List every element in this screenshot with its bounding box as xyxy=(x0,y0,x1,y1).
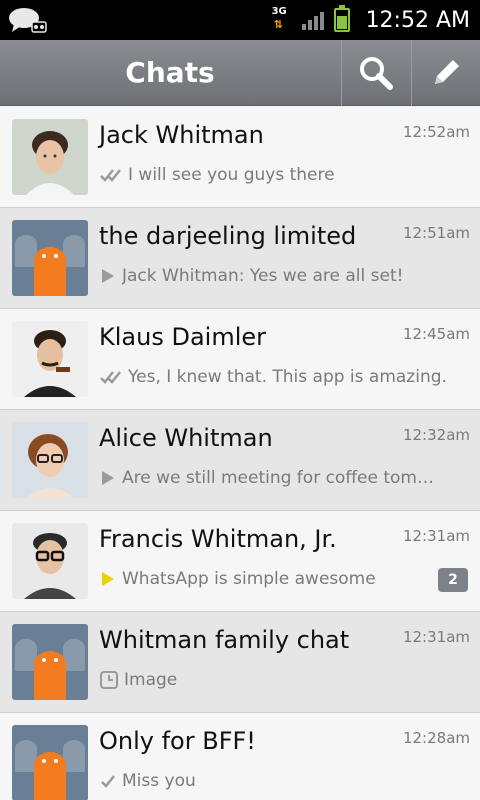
chat-notification-icon xyxy=(9,8,47,33)
chat-name: Klaus Daimler xyxy=(99,323,266,351)
chat-row[interactable]: Jack Whitman 12:52am I will see you guys… xyxy=(0,107,480,208)
chat-preview-text: Image xyxy=(124,670,178,690)
play-yellow-icon xyxy=(102,572,114,586)
group-avatar xyxy=(12,624,88,700)
chat-time: 12:51am xyxy=(402,224,470,242)
new-chat-button[interactable] xyxy=(411,40,480,106)
chat-preview: Miss you xyxy=(100,771,196,791)
chat-row[interactable]: Alice Whitman 12:32am Are we still meeti… xyxy=(0,410,480,511)
chat-time: 12:45am xyxy=(402,325,470,343)
chat-name: Only for BFF! xyxy=(99,727,256,755)
double-check-icon xyxy=(100,169,121,182)
avatar xyxy=(12,321,88,397)
chat-time: 12:28am xyxy=(402,729,470,747)
chat-time: 12:52am xyxy=(402,123,470,141)
signal-icon xyxy=(301,10,324,30)
action-bar: Chats xyxy=(0,40,480,106)
compose-icon xyxy=(435,60,459,84)
group-avatar xyxy=(12,725,88,800)
network-3g-icon: 3G ⇅ xyxy=(271,6,287,31)
play-icon xyxy=(102,471,114,485)
chat-time: 12:32am xyxy=(402,426,470,444)
avatar xyxy=(12,119,88,195)
chat-preview-text: Are we still meeting for coffee tom… xyxy=(122,468,434,488)
avatar xyxy=(12,422,88,498)
clock: 12:52 AM xyxy=(365,7,470,33)
chat-preview-text: WhatsApp is simple awesome xyxy=(122,569,376,589)
status-bar: 3G ⇅ 12:52 AM xyxy=(0,0,480,40)
chat-name: Jack Whitman xyxy=(99,121,264,149)
battery-icon xyxy=(333,5,350,32)
search-button[interactable] xyxy=(341,40,410,106)
chat-preview: Jack Whitman: Yes we are all set! xyxy=(100,266,403,286)
chat-name: Francis Whitman, Jr. xyxy=(99,525,337,553)
page-title: Chats xyxy=(125,56,215,89)
chat-preview: Image xyxy=(100,670,177,690)
chat-row[interactable]: Klaus Daimler 12:45am Yes, I knew that. … xyxy=(0,309,480,410)
network-label: 3G xyxy=(271,6,287,17)
chat-name: the darjeeling limited xyxy=(99,222,357,250)
search-icon xyxy=(360,57,393,90)
chat-preview-text: Yes, I knew that. This app is amazing. xyxy=(128,367,447,387)
chat-name: Whitman family chat xyxy=(99,626,350,654)
play-icon xyxy=(102,269,114,283)
chat-preview: Yes, I knew that. This app is amazing. xyxy=(100,367,447,387)
unread-badge: 2 xyxy=(438,568,468,592)
chat-name: Alice Whitman xyxy=(99,424,273,452)
chat-preview: Are we still meeting for coffee tom… xyxy=(100,468,434,488)
chat-preview-text: I will see you guys there xyxy=(128,165,335,185)
clock-icon xyxy=(100,671,118,689)
chat-list: Jack Whitman 12:52am I will see you guys… xyxy=(0,107,480,800)
chat-row[interactable]: the darjeeling limited 12:51am Jack Whit… xyxy=(0,208,480,309)
chat-time: 12:31am xyxy=(402,628,470,646)
group-avatar xyxy=(12,220,88,296)
chat-preview-text: Miss you xyxy=(122,771,196,791)
chat-preview: I will see you guys there xyxy=(100,165,335,185)
chat-row[interactable]: Whitman family chat 12:31am Image xyxy=(0,612,480,713)
chat-row[interactable]: Only for BFF! 12:28am Miss you xyxy=(0,713,480,800)
chat-time: 12:31am xyxy=(402,527,470,545)
avatar xyxy=(12,523,88,599)
double-check-icon xyxy=(100,371,121,384)
check-icon xyxy=(101,775,115,788)
chat-preview-text: Jack Whitman: Yes we are all set! xyxy=(122,266,404,286)
chat-preview: WhatsApp is simple awesome xyxy=(100,569,376,589)
chat-row[interactable]: Francis Whitman, Jr. 12:31am WhatsApp is… xyxy=(0,511,480,612)
